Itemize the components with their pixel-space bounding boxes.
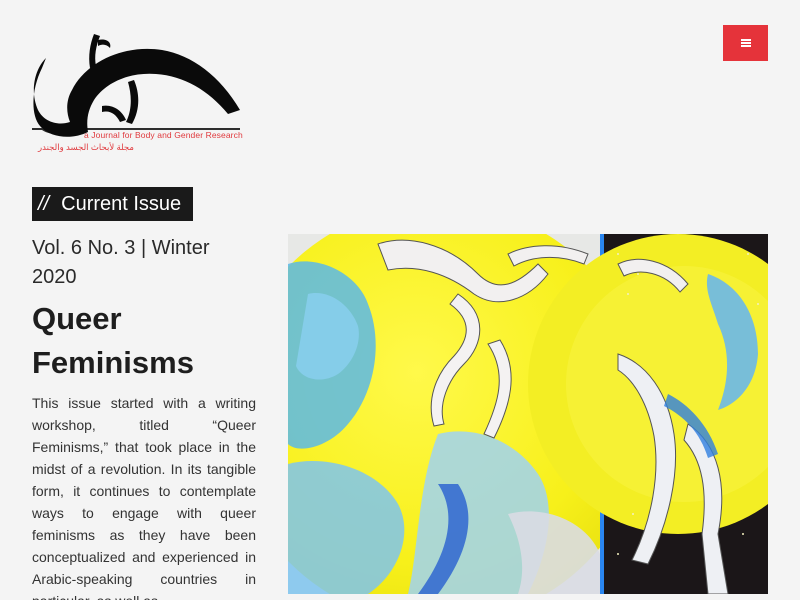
page: a Journal for Body and Gender Research م…: [0, 0, 800, 600]
issue-meta: Vol. 6 No. 3 | Winter 2020: [32, 237, 210, 288]
issue-description: This issue started with a writing worksh…: [32, 395, 256, 600]
logo-subtitle: a Journal for Body and Gender Research: [84, 130, 243, 140]
cover-image[interactable]: [288, 234, 768, 594]
section-label-text: Current Issue: [61, 193, 182, 215]
hamburger-icon: [741, 39, 751, 47]
cover-artwork-icon: [288, 234, 768, 594]
section-label: // Current Issue: [32, 187, 194, 221]
menu-button[interactable]: [723, 25, 768, 61]
section-slashes: //: [38, 193, 50, 215]
logo-arabic-subtitle: مجلة لأبحاث الجسد والجندر: [38, 142, 134, 152]
issue-title-link[interactable]: Queer Feminisms: [32, 297, 256, 385]
site-logo[interactable]: a Journal for Body and Gender Research م…: [32, 30, 258, 156]
